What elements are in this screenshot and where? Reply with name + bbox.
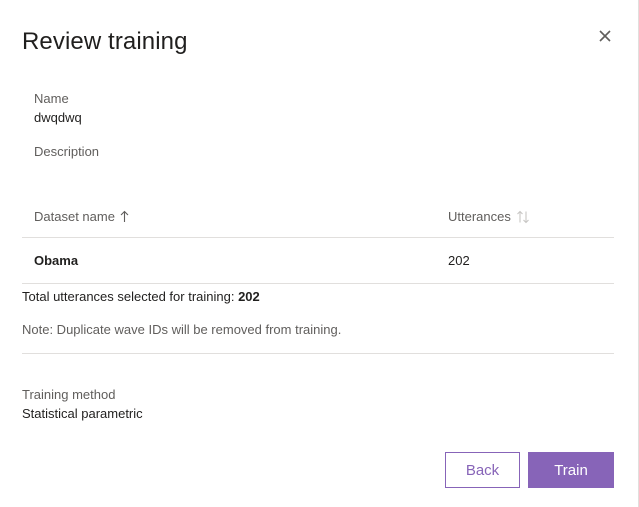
table-header: Dataset name Utterances xyxy=(22,196,614,238)
column-label-dataset-name: Dataset name xyxy=(34,209,115,224)
total-utterances-value: 202 xyxy=(238,289,260,304)
divider xyxy=(22,353,614,354)
name-label: Name xyxy=(34,91,69,106)
back-button[interactable]: Back xyxy=(445,452,520,488)
column-header-utterances[interactable]: Utterances xyxy=(448,209,530,224)
close-button[interactable] xyxy=(594,27,616,49)
review-training-dialog: Review training Name dwqdwq Description … xyxy=(0,0,639,507)
utterances-cell: 202 xyxy=(448,253,470,268)
column-label-utterances: Utterances xyxy=(448,209,511,224)
column-header-dataset-name[interactable]: Dataset name xyxy=(34,209,129,224)
table-row[interactable]: Obama 202 xyxy=(22,238,614,284)
training-method-label: Training method xyxy=(22,387,116,402)
train-button[interactable]: Train xyxy=(528,452,614,488)
name-value: dwqdwq xyxy=(34,110,82,125)
dialog-title: Review training xyxy=(22,28,188,55)
description-label: Description xyxy=(34,144,100,159)
close-icon xyxy=(599,29,611,47)
sort-ascending-arrow-icon xyxy=(120,210,129,223)
training-method-value: Statistical parametric xyxy=(22,406,143,421)
dataset-name-cell: Obama xyxy=(34,253,79,268)
sort-updown-icon xyxy=(516,210,530,224)
total-utterances: Total utterances selected for training: … xyxy=(22,289,260,304)
duplicate-note: Note: Duplicate wave IDs will be removed… xyxy=(22,322,342,337)
total-utterances-label: Total utterances selected for training: xyxy=(22,289,235,304)
